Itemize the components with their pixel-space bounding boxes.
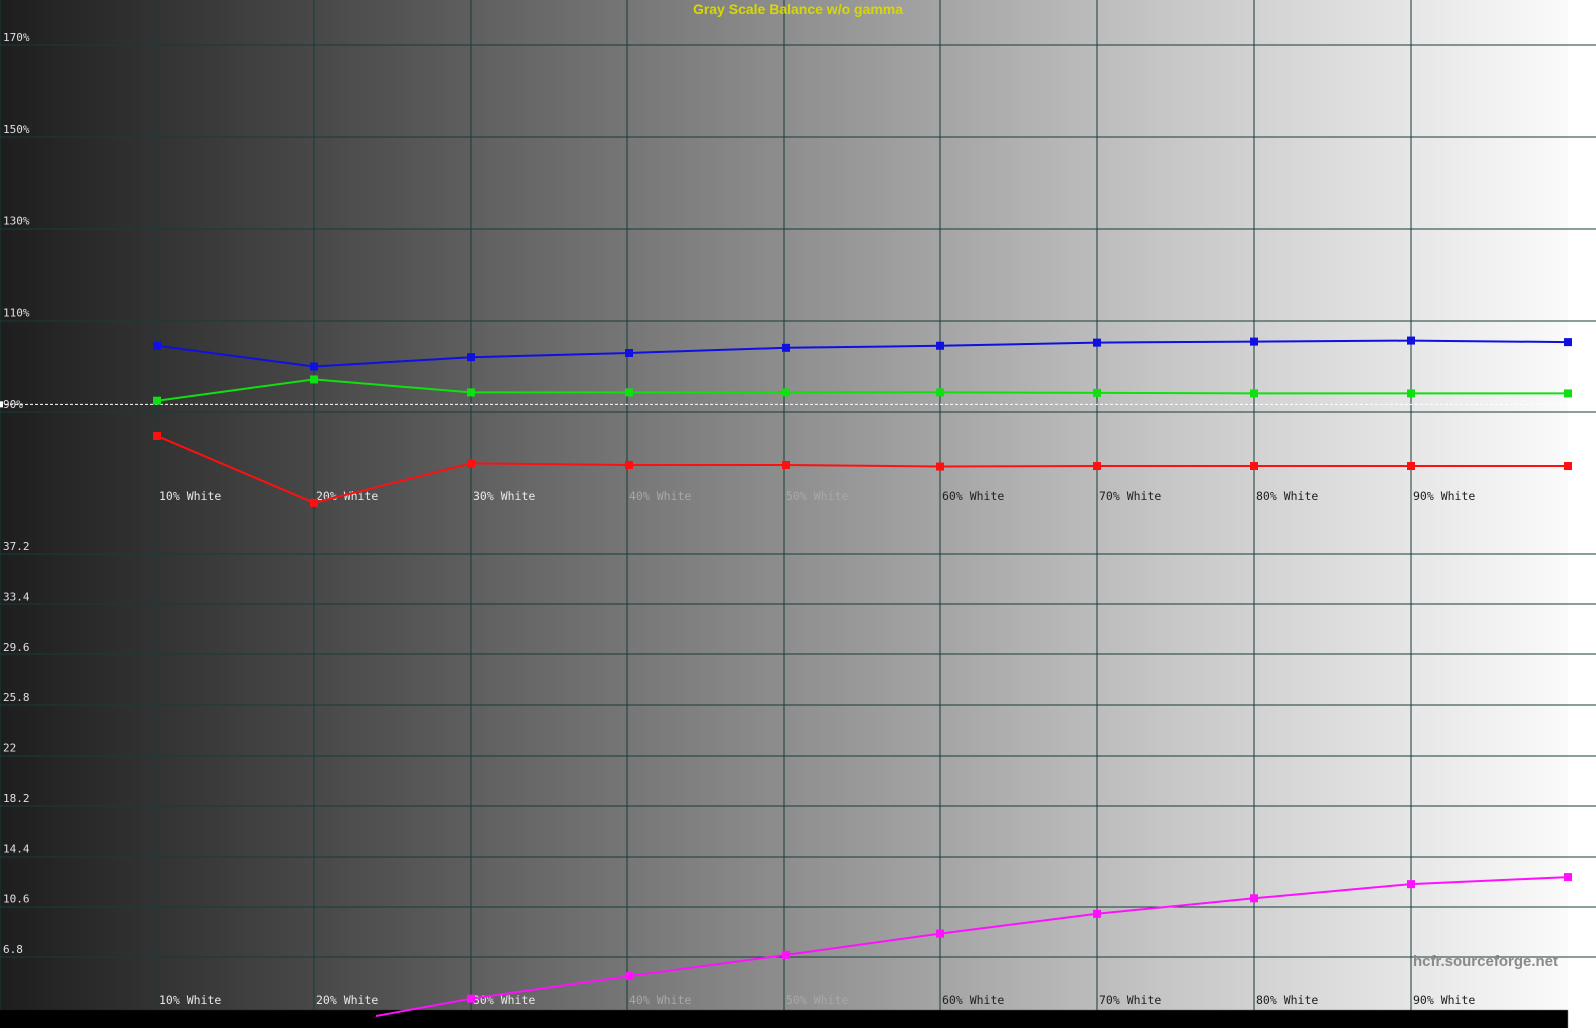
green-data-point	[1093, 388, 1101, 397]
green-data-point	[625, 388, 633, 397]
green-data-point	[467, 388, 475, 397]
x-tick-label: 10% White	[159, 993, 221, 1007]
red-data-point	[1093, 462, 1101, 471]
green-data-point	[936, 388, 944, 397]
y-tick-label: 130%	[3, 215, 30, 228]
x-tick-label: 70% White	[1099, 489, 1161, 503]
x-tick-label: 60% White	[942, 489, 1004, 503]
red-data-point	[1407, 462, 1415, 471]
green-data-point	[1407, 389, 1415, 398]
blue-data-point	[1564, 338, 1572, 347]
magenta-data-point	[1093, 909, 1101, 918]
x-tick-label: 10% White	[159, 489, 221, 503]
y-tick-label: 150%	[3, 123, 30, 136]
chart-title: Gray Scale Balance w/o gamma	[692, 1, 904, 17]
x-tick-label: 50% White	[786, 489, 848, 503]
red-data-point	[625, 460, 633, 469]
x-tick-label: 80% White	[1256, 993, 1318, 1007]
red-data-point	[1250, 462, 1258, 471]
y-tick-label: 37.2	[3, 540, 30, 553]
green-data-point	[310, 375, 318, 384]
red-data-point	[310, 498, 318, 507]
y-tick-label: 18.2	[3, 792, 30, 805]
x-tick-label: 60% White	[942, 993, 1004, 1007]
x-tick-label: 50% White	[786, 993, 848, 1007]
magenta-data-point	[1250, 894, 1258, 903]
magenta-data-point	[936, 929, 944, 938]
blue-data-point	[1093, 338, 1101, 347]
blue-series-line	[156, 339, 1569, 368]
y-tick-label: 14.4	[3, 842, 30, 855]
watermark: hcfr.sourceforge.net	[1412, 953, 1558, 970]
green-data-point	[1564, 389, 1572, 398]
grayscale-balance-chart: 170%150%130%110%90%10% White 20% White 30%…	[0, 0, 1596, 1017]
blue-data-point	[936, 341, 944, 350]
x-tick-label: 90% White	[1413, 489, 1475, 503]
x-tick-label: 20% White	[316, 993, 378, 1007]
magenta-data-point	[782, 950, 790, 959]
blue-data-point	[310, 362, 318, 371]
magenta-data-point	[1407, 880, 1415, 889]
green-series-line	[156, 378, 1568, 402]
y-tick-label: 25.8	[3, 691, 30, 704]
y-tick-label: 6.8	[3, 943, 23, 956]
blue-data-point	[782, 343, 790, 352]
y-tick-label: 29.6	[3, 641, 30, 654]
x-tick-label: 40% White	[629, 489, 691, 503]
y-tick-label: 110%	[3, 306, 30, 319]
reference-marker	[0, 401, 3, 408]
x-tick-label: 40% White	[629, 993, 691, 1007]
red-data-point	[1564, 462, 1572, 471]
blue-data-point	[625, 349, 633, 358]
red-data-point	[153, 431, 161, 440]
y-tick-label: 33.4	[3, 590, 30, 603]
x-tick-label: 80% White	[1256, 489, 1318, 503]
blue-data-point	[1407, 336, 1415, 345]
green-data-point	[782, 388, 790, 397]
y-tick-label: 10.6	[3, 893, 30, 906]
y-tick-label: 22	[3, 742, 16, 755]
magenta-data-point	[625, 972, 633, 981]
x-tick-label: 30% White	[473, 993, 535, 1007]
x-tick-label: 90% White	[1413, 993, 1475, 1007]
green-data-point	[1250, 389, 1258, 398]
x-tick-label: 30% White	[473, 489, 535, 503]
magenta-data-point	[467, 994, 475, 1003]
blue-data-point	[1250, 337, 1258, 346]
red-data-point	[782, 460, 790, 469]
red-data-point	[467, 459, 475, 468]
red-data-point	[936, 462, 944, 471]
x-tick-label: 70% White	[1099, 993, 1161, 1007]
green-data-point	[153, 396, 161, 405]
y-tick-label: 170%	[3, 31, 30, 44]
blue-data-point	[153, 341, 161, 350]
chart-window: 170% 150% 130% 110% 90% 10% White 20% White 30%…	[0, 0, 1596, 1028]
blue-data-point	[467, 353, 475, 362]
magenta-data-point	[1564, 873, 1572, 882]
